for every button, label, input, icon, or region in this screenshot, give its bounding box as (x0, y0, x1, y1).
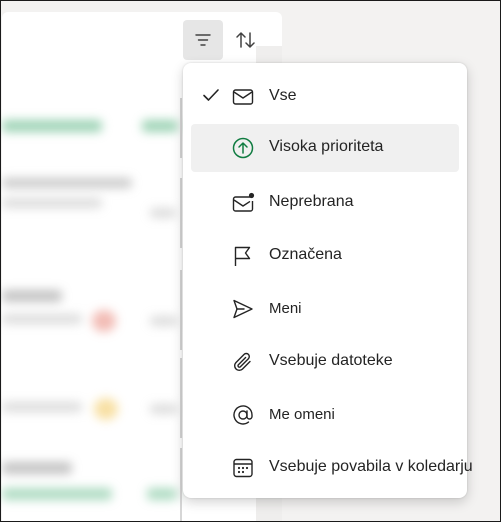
list-divider (180, 358, 182, 438)
menu-item-high-priority[interactable]: Visoka prioriteta (191, 124, 459, 172)
menu-item-calendar-invites[interactable]: Vsebuje povabila v koledarju (191, 444, 473, 492)
menu-item-to-me[interactable]: Meni (191, 285, 459, 333)
menu-item-all[interactable]: Vse (191, 73, 459, 121)
filter-lines-icon (193, 30, 213, 50)
menu-item-label: Vse (269, 87, 297, 104)
mail-icon (231, 85, 255, 109)
list-divider (180, 270, 182, 350)
list-divider (180, 98, 182, 158)
menu-item-label: Označena (269, 246, 342, 263)
flag-icon (231, 244, 255, 268)
menu-item-mentions-me[interactable]: Me omeni (191, 391, 459, 439)
at-sign-icon (231, 403, 255, 427)
mail-unread-icon (231, 191, 255, 215)
menu-item-flagged[interactable]: Označena (191, 232, 459, 280)
menu-item-label: Visoka prioriteta (269, 138, 384, 155)
checkmark-icon (201, 85, 221, 105)
menu-item-label: Vsebuje datoteke (269, 352, 393, 369)
attachment-icon (231, 350, 255, 374)
menu-item-unread[interactable]: Neprebrana (191, 179, 459, 227)
list-divider (180, 178, 182, 248)
filter-menu: Vse Visoka prioriteta Neprebrana Označen… (183, 63, 473, 498)
menu-item-label: Me omeni (269, 406, 335, 423)
send-icon (231, 297, 255, 321)
menu-item-label: Neprebrana (269, 193, 354, 210)
arrow-up-circle-icon (231, 136, 255, 160)
sort-arrows-icon (234, 28, 258, 52)
menu-item-label: Meni (269, 300, 302, 317)
filter-button[interactable] (183, 20, 223, 60)
menu-item-label: Vsebuje povabila v koledarju (269, 458, 473, 475)
menu-item-has-files[interactable]: Vsebuje datoteke (191, 338, 459, 386)
sort-button[interactable] (226, 20, 266, 60)
list-divider (180, 448, 182, 522)
calendar-icon (231, 456, 255, 480)
